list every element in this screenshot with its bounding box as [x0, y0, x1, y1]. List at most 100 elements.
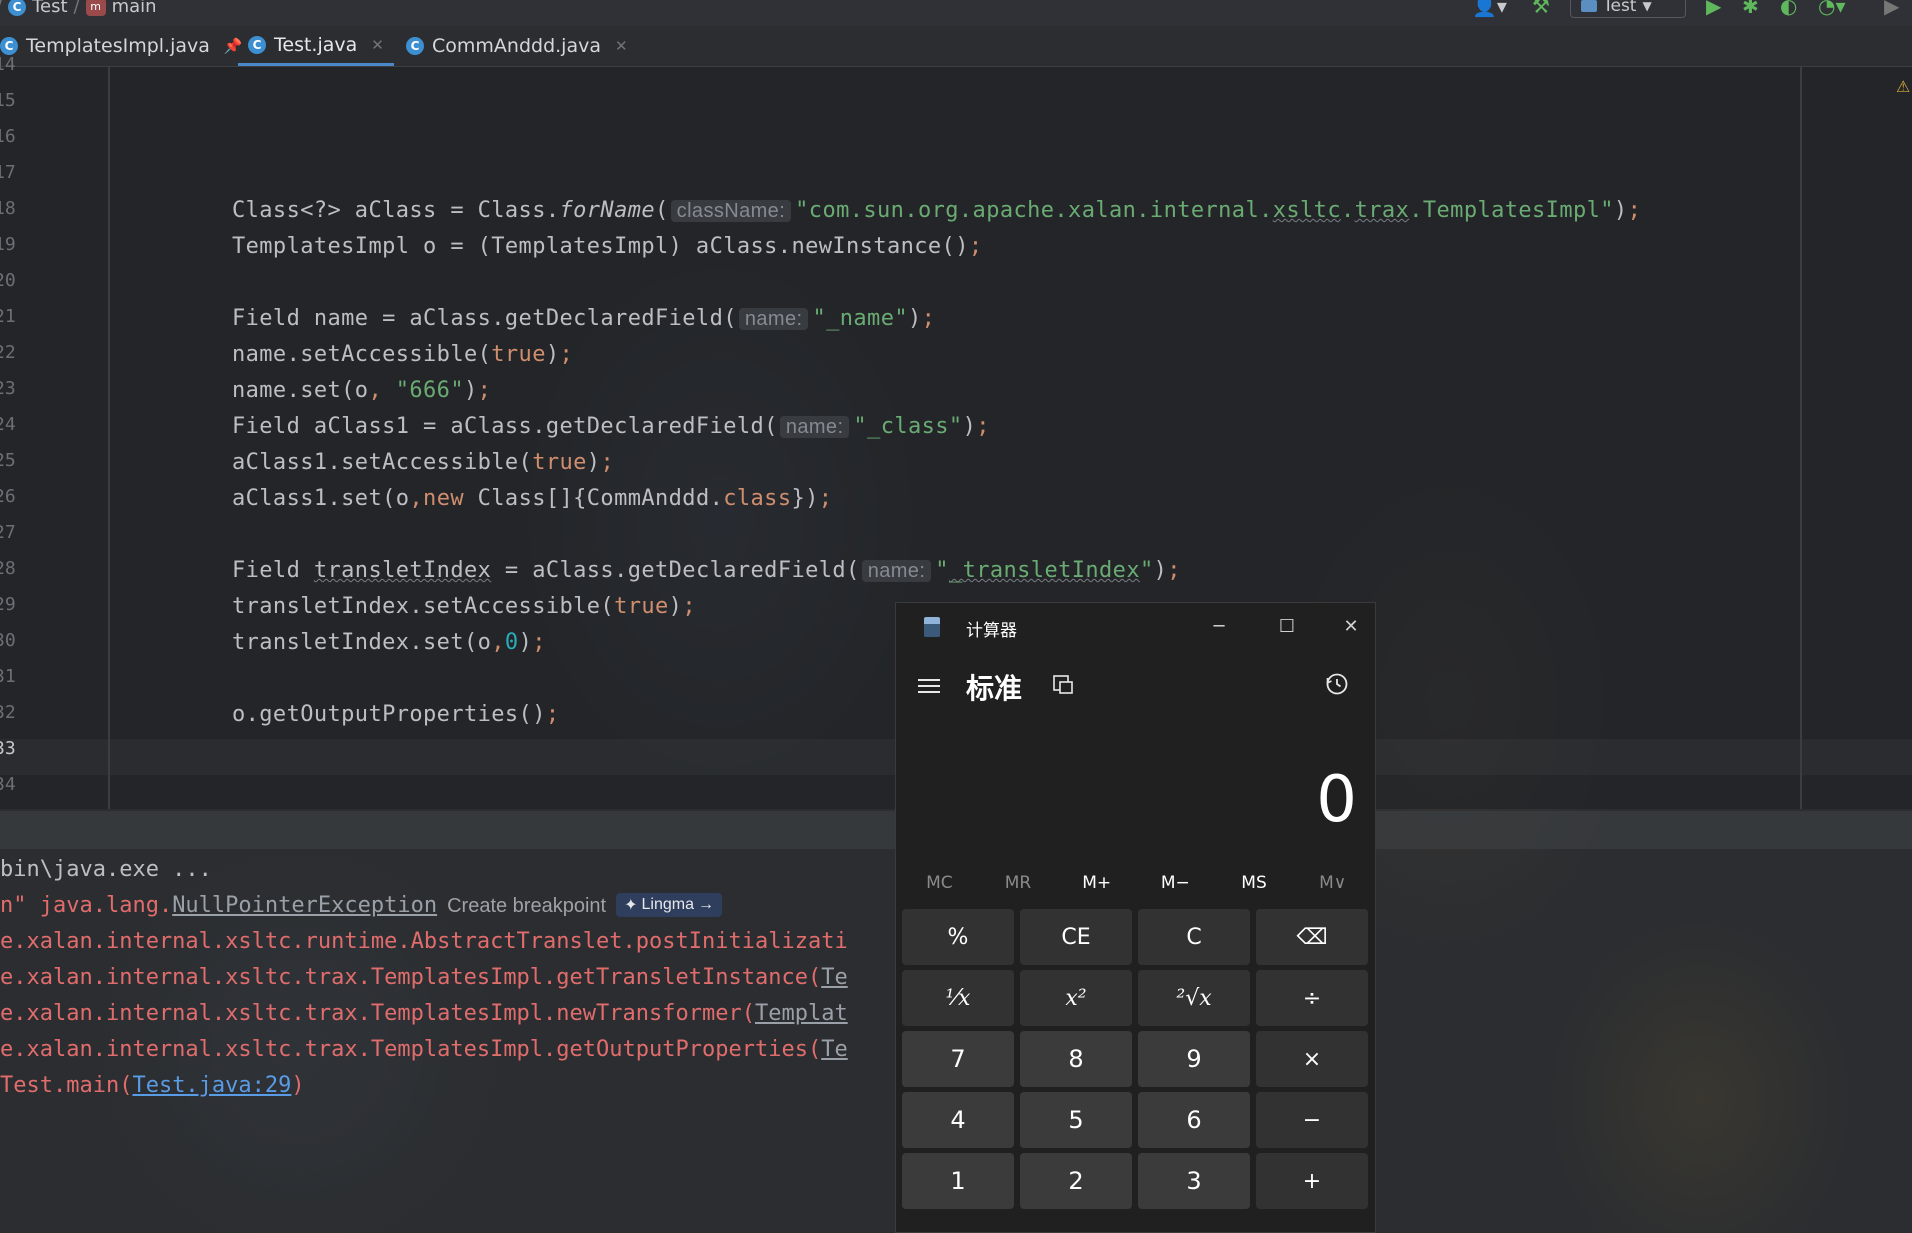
class-icon: C [248, 35, 266, 54]
source-link[interactable]: Te [821, 965, 848, 990]
lingma-button[interactable]: ✦ Lingma → [616, 893, 722, 917]
right-margin-guide [1800, 67, 1802, 809]
keep-on-top-icon[interactable] [1052, 673, 1074, 695]
clear-button[interactable]: C [1138, 909, 1250, 965]
code-line-21[interactable]: Field name = aClass.getDeclaredField(nam… [232, 306, 935, 331]
digit-2-button[interactable]: 2 [1020, 1153, 1132, 1209]
run-icon[interactable]: ▶ [1706, 0, 1721, 18]
digit-1-button[interactable]: 1 [902, 1153, 1014, 1209]
run-console[interactable]: bin\java.exe ... n" java.lang.NullPointe… [0, 849, 900, 1233]
user-icon[interactable]: 👤▾ [1472, 0, 1507, 18]
history-icon[interactable] [1324, 671, 1350, 697]
debug-icon[interactable]: ✱ [1742, 0, 1759, 18]
code-line-24[interactable]: Field aClass1 = aClass.getDeclaredField(… [232, 414, 990, 439]
percent-button[interactable]: % [902, 909, 1014, 965]
navigation-bar: / C Test / m main 👤▾ ⚒ Test ▼ ▶ ✱ ◐ ◔▾ ▶ [0, 0, 1912, 26]
source-link[interactable]: Templat [755, 1001, 848, 1026]
code-line-18[interactable]: Class<?> aClass = Class.forName(classNam… [232, 198, 1641, 223]
run-config-label: Test [1603, 0, 1637, 16]
close-icon[interactable]: ✕ [371, 36, 384, 54]
tab-commanddd[interactable]: C CommAnddd.java ✕ [406, 26, 628, 66]
plus-button[interactable]: + [1256, 1153, 1368, 1209]
line-number: 21 [0, 306, 16, 327]
code-line-28[interactable]: Field transletIndex = aClass.getDeclared… [232, 558, 1181, 583]
tab-label: Test.java [274, 33, 358, 56]
calculator-display: 0 [1316, 763, 1357, 837]
calculator-mode-title: 标准 [966, 672, 1023, 705]
tab-label: TemplatesImpl.java [26, 35, 210, 57]
warning-icon[interactable]: ⚠ [1896, 77, 1910, 96]
digit-4-button[interactable]: 4 [902, 1092, 1014, 1148]
code-line-22[interactable]: name.setAccessible(true); [232, 342, 573, 367]
minus-button[interactable]: − [1256, 1092, 1368, 1148]
exception-link[interactable]: NullPointerException [172, 893, 437, 918]
stop-icon[interactable]: ▶ [1884, 0, 1899, 18]
create-breakpoint-link[interactable]: Create breakpoint [447, 895, 606, 917]
close-button[interactable]: ✕ [1328, 609, 1374, 645]
code-line-23[interactable]: name.set(o, "666"); [232, 378, 491, 403]
memory-clear-button[interactable]: MC [900, 865, 979, 901]
profile-icon[interactable]: ◔▾ [1818, 0, 1846, 18]
divide-button[interactable]: ÷ [1256, 970, 1368, 1026]
line-number: 25 [0, 450, 16, 471]
memory-store-button[interactable]: MS [1215, 865, 1294, 901]
line-number: 16 [0, 126, 16, 147]
calculator-title: 计算器 [966, 621, 1017, 641]
code-line-19[interactable]: TemplatesImpl o = (TemplatesImpl) aClass… [232, 234, 983, 259]
multiply-button[interactable]: × [1256, 1031, 1368, 1087]
breadcrumb-project[interactable]: Test [32, 0, 67, 17]
console-line: e.xalan.internal.xsltc.runtime.AbstractT… [0, 929, 848, 954]
hamburger-menu-icon[interactable] [918, 675, 940, 693]
memory-buttons: MC MR M+ M− MS M∨ [900, 865, 1372, 901]
code-line-25[interactable]: aClass1.setAccessible(true); [232, 450, 614, 475]
breadcrumb-method[interactable]: main [112, 0, 157, 17]
console-line: e.xalan.internal.xsltc.trax.TemplatesImp… [0, 1001, 848, 1026]
console-line: Test.main(Test.java:29) [0, 1073, 305, 1098]
clear-entry-button[interactable]: CE [1020, 909, 1132, 965]
line-number: 19 [0, 234, 16, 255]
calculator-app-icon [924, 617, 940, 637]
memory-recall-button[interactable]: MR [979, 865, 1058, 901]
reciprocal-button[interactable]: ¹⁄x [902, 970, 1014, 1026]
digit-7-button[interactable]: 7 [902, 1031, 1014, 1087]
digit-8-button[interactable]: 8 [1020, 1031, 1132, 1087]
console-line: bin\java.exe ... [0, 857, 212, 882]
memory-subtract-button[interactable]: M− [1136, 865, 1215, 901]
code-line-26[interactable]: aClass1.set(o,new Class[]{CommAnddd.clas… [232, 486, 832, 511]
line-number: 32 [0, 702, 16, 723]
code-line-32[interactable]: o.getOutputProperties(); [232, 702, 560, 727]
line-number: 34 [0, 774, 16, 795]
backspace-button[interactable]: ⌫ [1256, 909, 1368, 965]
build-hammer-icon[interactable]: ⚒ [1532, 0, 1550, 18]
digit-3-button[interactable]: 3 [1138, 1153, 1250, 1209]
memory-list-button[interactable]: M∨ [1293, 865, 1372, 901]
run-configuration-select[interactable]: Test ▼ [1570, 0, 1686, 18]
calculator-window[interactable]: 计算器 ─ ☐ ✕ 标准 0 MC MR M+ M− MS M∨ % CE C … [895, 602, 1376, 1233]
gutter-divider [108, 67, 110, 809]
line-number: 33 [0, 738, 16, 759]
line-number: 29 [0, 594, 16, 615]
square-root-button[interactable]: ²√x [1138, 970, 1250, 1026]
line-number: 27 [0, 522, 16, 543]
source-link[interactable]: Test.java:29 [132, 1073, 291, 1098]
code-line-30[interactable]: transletIndex.set(o,0); [232, 630, 546, 655]
tab-templatesimpl[interactable]: C TemplatesImpl.java 📌 [0, 26, 243, 66]
chevron-down-icon: ▼ [1642, 0, 1652, 13]
editor-tabs: C TemplatesImpl.java 📌 C Test.java ✕ C C… [0, 26, 1912, 67]
square-button[interactable]: x² [1020, 970, 1132, 1026]
close-icon[interactable]: ✕ [615, 37, 628, 55]
digit-6-button[interactable]: 6 [1138, 1092, 1250, 1148]
digit-9-button[interactable]: 9 [1138, 1031, 1250, 1087]
source-link[interactable]: Te [821, 1037, 848, 1062]
calculator-titlebar[interactable]: 计算器 ─ ☐ ✕ [896, 603, 1375, 651]
tab-test[interactable]: C Test.java ✕ [238, 26, 394, 66]
digit-5-button[interactable]: 5 [1020, 1092, 1132, 1148]
parameter-hint: name: [738, 308, 809, 330]
coverage-icon[interactable]: ◐ [1780, 0, 1797, 18]
calculator-header: 标准 [896, 663, 1375, 723]
maximize-button[interactable]: ☐ [1264, 609, 1310, 645]
memory-add-button[interactable]: M+ [1057, 865, 1136, 901]
minimize-button[interactable]: ─ [1196, 609, 1242, 645]
code-line-29[interactable]: transletIndex.setAccessible(true); [232, 594, 696, 619]
lingma-icon: ✦ [624, 897, 638, 914]
